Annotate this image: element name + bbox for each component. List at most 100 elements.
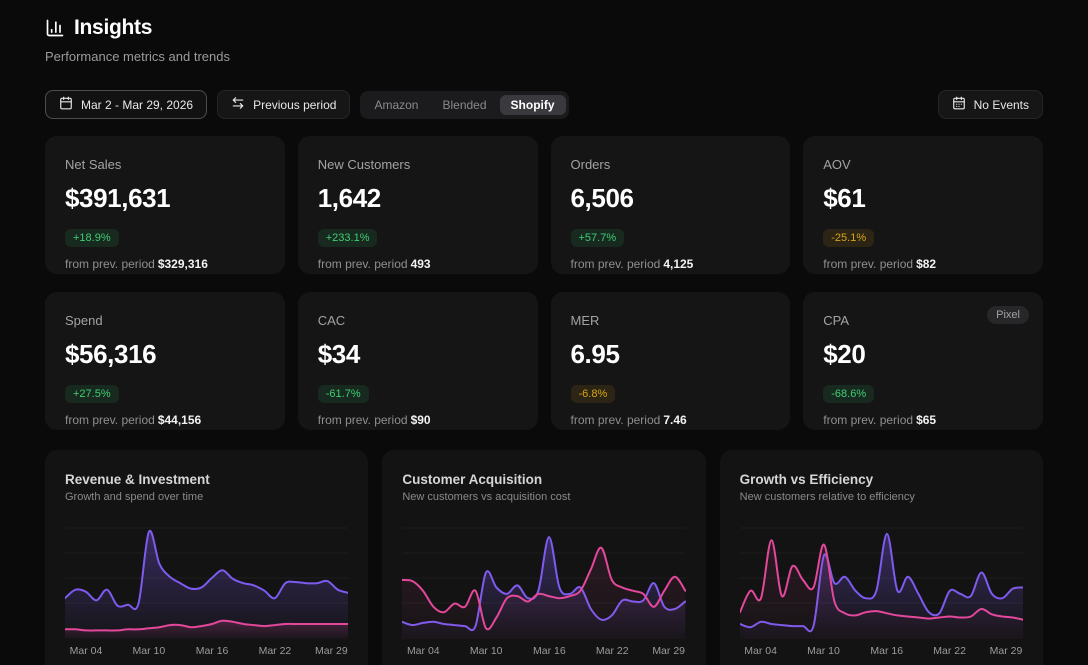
metric-card: Orders 6,506 +57.7% from prev. period4,1… [551, 136, 791, 274]
chart-x-axis-labels: Mar 04Mar 10Mar 16Mar 22Mar 29 [402, 645, 685, 659]
no-events-button[interactable]: No Events [938, 90, 1043, 119]
metric-label: AOV [823, 157, 1023, 172]
metric-value: $56,316 [65, 339, 265, 370]
metric-value: $61 [823, 183, 1023, 214]
x-axis-tick-label: Mar 10 [470, 645, 503, 657]
chart-title: Customer Acquisition [402, 472, 685, 487]
metric-prev-label: from prev. period [571, 413, 661, 427]
metric-change-badge: +57.7% [571, 229, 625, 247]
previous-period-label: Previous period [253, 98, 336, 112]
x-axis-tick-label: Mar 10 [133, 645, 166, 657]
metric-card: AOV $61 -25.1% from prev. period$82 [803, 136, 1043, 274]
chart-card: Growth vs Efficiency New customers relat… [720, 450, 1043, 665]
metric-prev-period: from prev. period$82 [823, 257, 1023, 271]
metric-prev-label: from prev. period [65, 413, 155, 427]
x-axis-tick-label: Mar 29 [652, 645, 685, 657]
chart-subtitle: New customers relative to efficiency [740, 491, 1023, 503]
metric-value: 6.95 [571, 339, 771, 370]
metric-prev-period: from prev. period493 [318, 257, 518, 271]
x-axis-tick-label: Mar 29 [990, 645, 1023, 657]
metric-card: Net Sales $391,631 +18.9% from prev. per… [45, 136, 285, 274]
metric-prev-label: from prev. period [65, 257, 155, 271]
x-axis-tick-label: Mar 10 [807, 645, 840, 657]
calendar-icon [952, 96, 966, 113]
metric-label: Spend [65, 313, 265, 328]
metric-change-badge: -68.6% [823, 385, 874, 403]
page-header: Insights [45, 16, 1043, 40]
x-axis-tick-label: Mar 22 [596, 645, 629, 657]
metric-change-badge: +27.5% [65, 385, 119, 403]
metric-change-badge: -6.8% [571, 385, 616, 403]
metric-card: New Customers 1,642 +233.1% from prev. p… [298, 136, 538, 274]
metric-change-badge: +233.1% [318, 229, 378, 247]
chart-title: Revenue & Investment [65, 472, 348, 487]
area-chart [65, 521, 348, 639]
metric-prev-value: $44,156 [158, 413, 201, 427]
metric-card: Spend $56,316 +27.5% from prev. period$4… [45, 292, 285, 430]
metric-prev-period: from prev. period7.46 [571, 413, 771, 427]
pixel-badge: Pixel [987, 306, 1029, 324]
channel-segmented-control: AmazonBlendedShopify [360, 91, 568, 119]
metric-prev-period: from prev. period4,125 [571, 257, 771, 271]
metric-prev-label: from prev. period [318, 413, 408, 427]
metric-prev-period: from prev. period$65 [823, 413, 1023, 427]
metric-label: New Customers [318, 157, 518, 172]
metric-prev-label: from prev. period [571, 257, 661, 271]
metric-prev-label: from prev. period [318, 257, 408, 271]
metric-prev-label: from prev. period [823, 257, 913, 271]
charts-grid: Revenue & Investment Growth and spend ov… [45, 450, 1043, 665]
metric-prev-value: $82 [916, 257, 936, 271]
metric-card: Pixel CPA $20 -68.6% from prev. period$6… [803, 292, 1043, 430]
channel-tab-blended[interactable]: Blended [431, 95, 497, 115]
metric-change-badge: -25.1% [823, 229, 874, 247]
area-chart [402, 521, 685, 639]
bar-chart-icon [45, 18, 65, 38]
chart-card: Customer Acquisition New customers vs ac… [382, 450, 705, 665]
previous-period-button[interactable]: Previous period [217, 90, 350, 119]
metric-prev-period: from prev. period$90 [318, 413, 518, 427]
metric-prev-value: $329,316 [158, 257, 208, 271]
metric-label: Orders [571, 157, 771, 172]
x-axis-tick-label: Mar 16 [196, 645, 229, 657]
date-range-label: Mar 2 - Mar 29, 2026 [81, 98, 193, 112]
metric-card: MER 6.95 -6.8% from prev. period7.46 [551, 292, 791, 430]
insights-page: Insights Performance metrics and trends … [0, 0, 1088, 665]
chart-title: Growth vs Efficiency [740, 472, 1023, 487]
no-events-label: No Events [974, 98, 1029, 112]
chart-card: Revenue & Investment Growth and spend ov… [45, 450, 368, 665]
metric-prev-value: $90 [411, 413, 431, 427]
metric-change-badge: -61.7% [318, 385, 369, 403]
metric-label: CAC [318, 313, 518, 328]
metric-value: $391,631 [65, 183, 265, 214]
area-chart [740, 521, 1023, 639]
x-axis-tick-label: Mar 16 [533, 645, 566, 657]
calendar-icon [59, 96, 73, 113]
metric-prev-value: 7.46 [663, 413, 686, 427]
metric-label: Net Sales [65, 157, 265, 172]
metric-value: 1,642 [318, 183, 518, 214]
metric-value: 6,506 [571, 183, 771, 214]
page-title: Insights [74, 16, 152, 40]
metric-prev-label: from prev. period [823, 413, 913, 427]
chart-x-axis-labels: Mar 04Mar 10Mar 16Mar 22Mar 29 [740, 645, 1023, 659]
metric-value: $20 [823, 339, 1023, 370]
swap-arrows-icon [231, 96, 245, 113]
metric-prev-period: from prev. period$44,156 [65, 413, 265, 427]
x-axis-tick-label: Mar 04 [70, 645, 103, 657]
chart-subtitle: Growth and spend over time [65, 491, 348, 503]
metric-label: MER [571, 313, 771, 328]
x-axis-tick-label: Mar 22 [259, 645, 292, 657]
page-subtitle: Performance metrics and trends [45, 49, 1043, 64]
channel-tab-shopify[interactable]: Shopify [500, 95, 566, 115]
x-axis-tick-label: Mar 29 [315, 645, 348, 657]
metric-prev-value: 493 [411, 257, 431, 271]
date-range-button[interactable]: Mar 2 - Mar 29, 2026 [45, 90, 207, 119]
chart-x-axis-labels: Mar 04 Mar 10 Mar 16 Mar 22 Mar 29 [65, 645, 348, 659]
channel-tab-amazon[interactable]: Amazon [363, 95, 429, 115]
metric-change-badge: +18.9% [65, 229, 119, 247]
metric-value: $34 [318, 339, 518, 370]
metric-prev-value: 4,125 [663, 257, 693, 271]
chart-subtitle: New customers vs acquisition cost [402, 491, 685, 503]
metric-card: CAC $34 -61.7% from prev. period$90 [298, 292, 538, 430]
x-axis-tick-label: Mar 22 [933, 645, 966, 657]
